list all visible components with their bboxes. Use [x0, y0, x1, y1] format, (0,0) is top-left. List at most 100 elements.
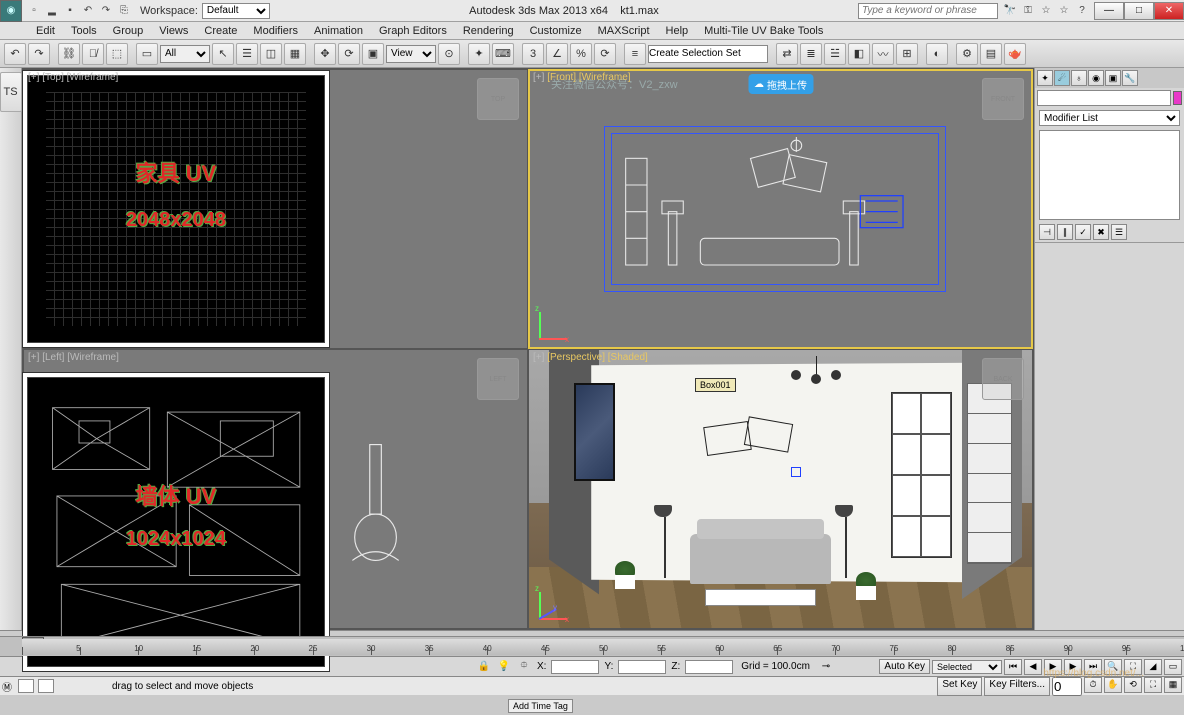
- upload-button[interactable]: ☁ 拖拽上传: [748, 74, 813, 94]
- keymode-combo[interactable]: Selected: [932, 660, 1002, 674]
- named-button[interactable]: ≡: [624, 43, 646, 65]
- menu-rendering[interactable]: Rendering: [455, 23, 522, 39]
- close-button[interactable]: ✕: [1154, 2, 1184, 20]
- undo-button[interactable]: ↶: [4, 43, 26, 65]
- maxscript-icon[interactable]: Ⓜ: [0, 679, 14, 694]
- viewcube-persp[interactable]: BACK: [982, 358, 1024, 400]
- create-tab-icon[interactable]: ✦: [1037, 70, 1053, 86]
- y-input[interactable]: [618, 660, 666, 674]
- keyfilters-button[interactable]: Key Filters...: [984, 677, 1050, 696]
- select-object-button[interactable]: ↖: [212, 43, 234, 65]
- goto-start-button[interactable]: ⏮: [1004, 659, 1022, 675]
- curve-editor-button[interactable]: 〰: [872, 43, 894, 65]
- nav-region-icon[interactable]: ▭: [1164, 659, 1182, 675]
- render-frame-button[interactable]: ▤: [980, 43, 1002, 65]
- ribbon-toggle-button[interactable]: TS: [0, 72, 22, 112]
- star2-icon[interactable]: ☆: [1056, 3, 1072, 19]
- snap-toggle-button[interactable]: 3: [522, 43, 544, 65]
- app-icon[interactable]: ◉: [0, 0, 22, 22]
- lock-selection-icon[interactable]: 🔒: [476, 659, 492, 675]
- object-color-swatch[interactable]: [1173, 91, 1182, 105]
- workspace-combo[interactable]: Default: [202, 3, 270, 19]
- nav-pan-icon[interactable]: ✋: [1104, 677, 1122, 693]
- viewport-left-label[interactable]: [+] [Left] [Wireframe]: [28, 352, 119, 363]
- menu-animation[interactable]: Animation: [306, 23, 371, 39]
- hierarchy-tab-icon[interactable]: ♁: [1071, 70, 1087, 86]
- rotate-button[interactable]: ⟳: [338, 43, 360, 65]
- window-crossing-button[interactable]: ▦: [284, 43, 306, 65]
- redo-icon[interactable]: ↷: [98, 3, 114, 19]
- schematic-button[interactable]: ⊞: [896, 43, 918, 65]
- motion-tab-icon[interactable]: ◉: [1088, 70, 1104, 86]
- nav-zoom-icon[interactable]: 🔍: [1104, 659, 1122, 675]
- remove-mod-icon[interactable]: ✖: [1093, 224, 1109, 240]
- select-button[interactable]: ▭: [136, 43, 158, 65]
- open-icon[interactable]: ▂: [44, 3, 60, 19]
- material-editor-button[interactable]: ◐: [926, 43, 948, 65]
- pin-stack-icon[interactable]: ⊣: [1039, 224, 1055, 240]
- link-button[interactable]: ⛓: [58, 43, 80, 65]
- next-frame-button[interactable]: ▶: [1064, 659, 1082, 675]
- utilities-tab-icon[interactable]: 🔧: [1122, 70, 1138, 86]
- angle-snap-button[interactable]: ∠: [546, 43, 568, 65]
- play-button[interactable]: ▶: [1044, 659, 1062, 675]
- unlink-button[interactable]: ⛓̸: [82, 43, 104, 65]
- menu-grapheditors[interactable]: Graph Editors: [371, 23, 455, 39]
- mini-listener-1[interactable]: [18, 679, 34, 693]
- viewcube-front[interactable]: FRONT: [982, 78, 1024, 120]
- nav-orbit-icon[interactable]: ⟲: [1124, 677, 1142, 693]
- star-icon[interactable]: ☆: [1038, 3, 1054, 19]
- add-time-tag[interactable]: Add Time Tag: [508, 699, 573, 713]
- move-button[interactable]: ✥: [314, 43, 336, 65]
- object-name-input[interactable]: [1037, 90, 1171, 106]
- render-button[interactable]: 🫖: [1004, 43, 1026, 65]
- selection-set-field[interactable]: [648, 45, 768, 63]
- selection-filter-combo[interactable]: All: [160, 45, 210, 63]
- prev-frame-button[interactable]: ◀: [1024, 659, 1042, 675]
- time-ruler[interactable]: 0510152025303540455055606570758085909510…: [22, 639, 1184, 655]
- unique-icon[interactable]: ✓: [1075, 224, 1091, 240]
- modify-tab-icon[interactable]: ☄: [1054, 70, 1070, 86]
- binoculars-icon[interactable]: 🔭: [1002, 3, 1018, 19]
- redo-button[interactable]: ↷: [28, 43, 50, 65]
- current-frame-input[interactable]: [1052, 677, 1082, 696]
- manipulate-button[interactable]: ✦: [468, 43, 490, 65]
- render-setup-button[interactable]: ⚙: [956, 43, 978, 65]
- graphite-button[interactable]: ◧: [848, 43, 870, 65]
- minimize-button[interactable]: —: [1094, 2, 1124, 20]
- save-icon[interactable]: ▪: [62, 3, 78, 19]
- modifier-list-combo[interactable]: Modifier List: [1039, 110, 1180, 126]
- viewport-persp-label[interactable]: [+] [Perspective] [Shaded]: [533, 352, 648, 363]
- z-input[interactable]: [685, 660, 733, 674]
- setkey-button[interactable]: Set Key: [937, 677, 982, 696]
- nav-maxtoggle-icon[interactable]: ⛶: [1144, 677, 1162, 693]
- select-by-name-button[interactable]: ☰: [236, 43, 258, 65]
- viewcube-left[interactable]: LEFT: [477, 358, 519, 400]
- menu-modifiers[interactable]: Modifiers: [245, 23, 306, 39]
- configure-icon[interactable]: ☰: [1111, 224, 1127, 240]
- link-icon[interactable]: ⎘: [116, 3, 132, 19]
- ref-coord-combo[interactable]: View: [386, 45, 436, 63]
- key-icon[interactable]: ⚿: [1020, 3, 1036, 19]
- menu-multitile[interactable]: Multi-Tile UV Bake Tools: [696, 23, 831, 39]
- pivot-button[interactable]: ⊙: [438, 43, 460, 65]
- menu-views[interactable]: Views: [151, 23, 196, 39]
- nav-zoomall-icon[interactable]: ⛶: [1124, 659, 1142, 675]
- nav-extra-icon[interactable]: ▦: [1164, 677, 1182, 693]
- time-config-button[interactable]: ⏱: [1084, 677, 1102, 693]
- key-mode-icon[interactable]: ⊸: [818, 659, 834, 675]
- viewport-top-label[interactable]: [+] [Top] [Wireframe]: [28, 72, 118, 83]
- viewport-perspective[interactable]: Box001 [+] [Perspective] [Shaded] BACK z…: [529, 350, 1032, 628]
- bind-button[interactable]: ⬚: [106, 43, 128, 65]
- menu-edit[interactable]: Edit: [28, 23, 63, 39]
- menu-customize[interactable]: Customize: [522, 23, 590, 39]
- selection-lock-icon[interactable]: ⯐: [516, 659, 532, 675]
- nav-fov-icon[interactable]: ◢: [1144, 659, 1162, 675]
- mini-listener-2[interactable]: [38, 679, 54, 693]
- layers-button[interactable]: ☱: [824, 43, 846, 65]
- autokey-button[interactable]: Auto Key: [879, 659, 930, 674]
- scale-button[interactable]: ▣: [362, 43, 384, 65]
- menu-tools[interactable]: Tools: [63, 23, 105, 39]
- menu-create[interactable]: Create: [196, 23, 245, 39]
- maximize-button[interactable]: □: [1124, 2, 1154, 20]
